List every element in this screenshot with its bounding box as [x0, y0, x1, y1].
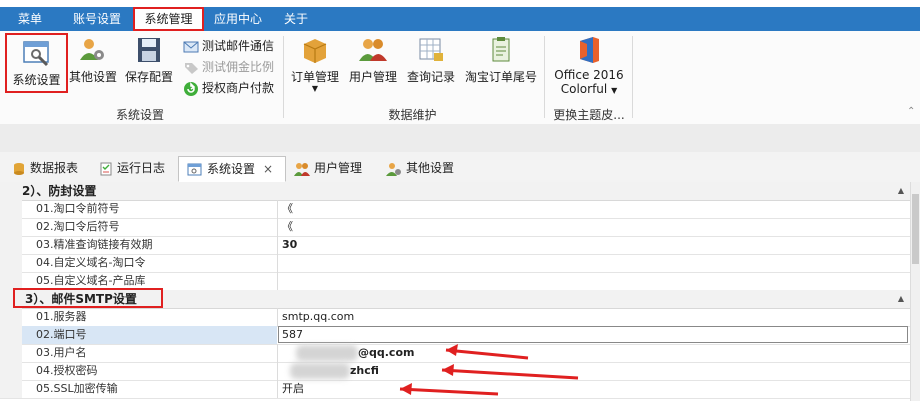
order-management-button[interactable]: 订单管理 ▼	[289, 36, 341, 93]
group-label-data: 数据维护	[388, 108, 437, 122]
tab-run-log-label: 运行日志	[117, 161, 166, 175]
menu-item-about[interactable]: 关于	[278, 7, 314, 31]
authorize-payment-label: 授权商户付款	[202, 81, 275, 95]
dropdown-caret-icon: ▼	[611, 86, 618, 95]
floppy-disk-icon	[138, 38, 160, 62]
menu-item-system-management[interactable]: 系统管理	[133, 7, 204, 31]
query-records-button[interactable]: 查询记录	[405, 36, 457, 85]
tab-close-icon[interactable]: ×	[263, 162, 273, 176]
dropdown-caret-icon: ▼	[311, 84, 319, 93]
property-grid: 2）、防封设置 ▲ 01.淘口令前符号 《 02.淘口令后符号 《 03.精准查…	[0, 182, 910, 401]
annotation-arrow	[399, 383, 499, 396]
menu-item-app-center[interactable]: 应用中心	[208, 7, 268, 31]
tab-other-settings-label: 其他设置	[406, 161, 455, 175]
tab-run-log[interactable]: 运行日志	[99, 156, 175, 182]
ribbon-footer-band	[0, 124, 920, 153]
users-gear-icon	[386, 162, 401, 176]
tab-system-settings-label: 系统设置	[207, 162, 256, 176]
query-records-label: 查询记录	[406, 70, 455, 84]
document-tab-bar: 数据报表 运行日志 系统设置 × 用户管理 其他设置	[0, 152, 920, 183]
users-gear-icon	[80, 39, 104, 60]
test-mail-label: 测试邮件通信	[202, 39, 275, 53]
tag-icon	[185, 62, 198, 74]
users-icon	[294, 162, 310, 176]
system-settings-label: 系统设置	[12, 73, 61, 87]
database-icon	[14, 162, 24, 175]
menu-bar: 菜单 账号设置 系统管理 应用中心 关于	[0, 0, 920, 31]
other-settings-button[interactable]: 其他设置	[68, 36, 118, 85]
test-commission-label: 测试佣金比例	[202, 60, 275, 74]
table-lock-icon	[419, 38, 443, 61]
theme-variant-label: Colorful	[560, 82, 608, 96]
system-settings-button[interactable]: 系统设置	[5, 33, 68, 93]
tab-data-report[interactable]: 数据报表	[12, 156, 92, 182]
theme-selector-button[interactable]: Office 2016 Colorful ▼	[552, 36, 626, 96]
taobao-order-tail-button[interactable]: 淘宝订单尾号	[463, 36, 539, 85]
mail-icon	[183, 41, 199, 52]
tab-other-settings[interactable]: 其他设置	[386, 156, 464, 182]
ribbon-separator	[544, 36, 545, 118]
settings-window-icon	[22, 41, 49, 67]
group-label-system: 系统设置	[115, 108, 164, 122]
office-logo-icon	[580, 37, 599, 63]
tab-system-settings[interactable]: 系统设置 ×	[178, 156, 286, 182]
menu-item-menu[interactable]: 菜单	[8, 7, 52, 31]
ribbon-separator	[632, 36, 633, 118]
checklist-icon	[100, 162, 112, 175]
taobao-order-tail-label: 淘宝订单尾号	[464, 70, 537, 84]
group-label-theme: 更换主题皮...	[553, 108, 625, 122]
box-cart-icon	[303, 39, 327, 63]
title-strip	[0, 0, 920, 7]
save-config-button[interactable]: 保存配置	[124, 36, 174, 85]
menu-item-account-settings[interactable]: 账号设置	[64, 7, 130, 31]
annotation-arrow	[441, 364, 579, 380]
ribbon-collapse-icon[interactable]: ⌃	[907, 106, 915, 117]
refresh-circle-icon	[184, 81, 198, 96]
settings-window-icon	[187, 163, 202, 175]
ribbon-separator	[283, 36, 284, 118]
user-management-button[interactable]: 用户管理	[347, 36, 399, 85]
other-settings-label: 其他设置	[68, 70, 117, 84]
tab-data-report-label: 数据报表	[30, 161, 79, 175]
vertical-scrollbar[interactable]	[910, 182, 920, 401]
user-management-label: 用户管理	[348, 70, 397, 84]
tab-user-management[interactable]: 用户管理	[294, 156, 372, 182]
scrollbar-thumb[interactable]	[912, 194, 919, 264]
annotation-arrow	[445, 344, 529, 360]
authorize-payment-button[interactable]: 授权商户付款	[183, 79, 274, 97]
tab-user-management-label: 用户管理	[314, 161, 363, 175]
annotation-arrows	[399, 344, 579, 396]
test-commission-button[interactable]: 测试佣金比例	[183, 58, 274, 76]
users-icon	[359, 39, 387, 61]
order-management-label: 订单管理	[290, 70, 339, 84]
test-mail-button[interactable]: 测试邮件通信	[183, 37, 274, 55]
clipboard-icon	[492, 37, 510, 62]
theme-name-label: Office 2016	[554, 68, 624, 82]
save-config-label: 保存配置	[124, 70, 173, 84]
